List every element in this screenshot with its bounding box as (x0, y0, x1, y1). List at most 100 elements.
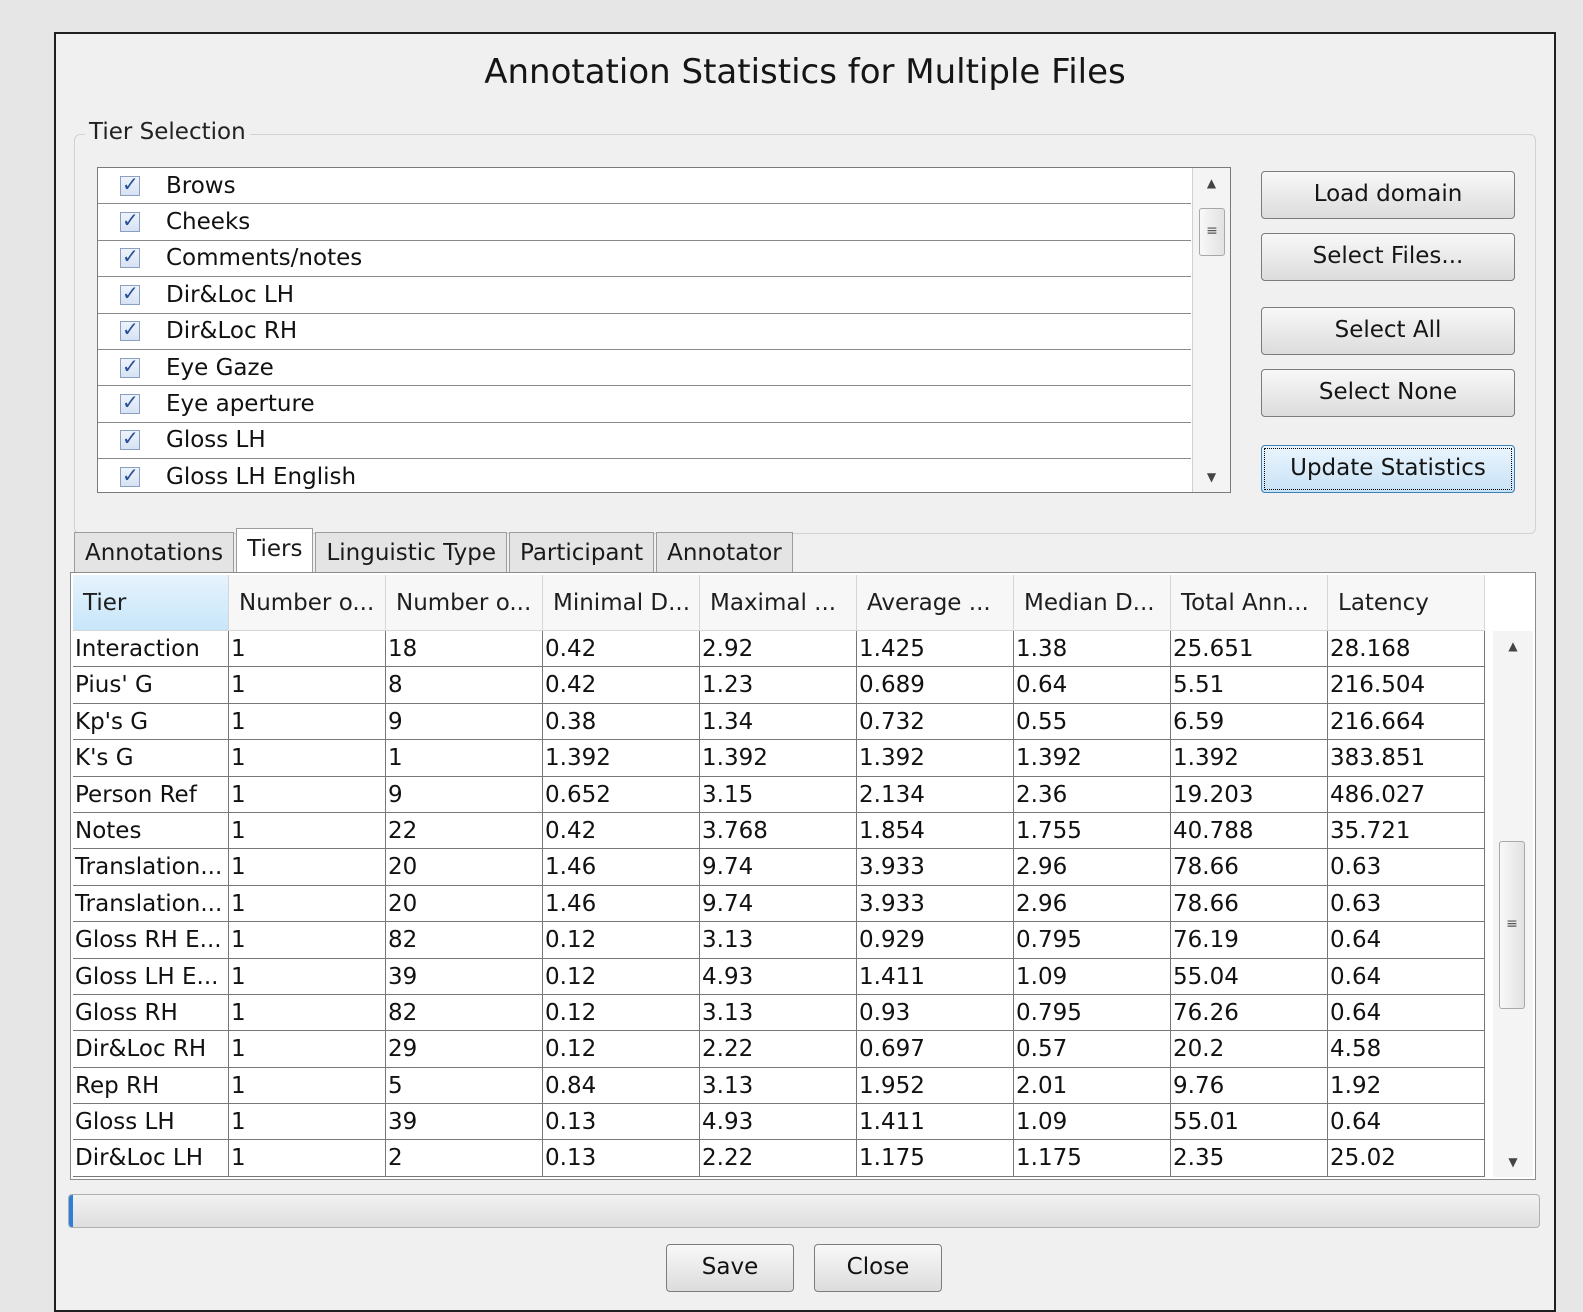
table-cell: 1.92 (1328, 1067, 1485, 1105)
tier-selection-label: Tier Selection (85, 119, 250, 145)
table-row[interactable]: Gloss RH E... 1 82 0.12 3.13 0.929 0.795 76.19 0… (73, 922, 1485, 959)
table-cell: 1 (229, 1104, 386, 1141)
table-row[interactable]: Dir&Loc RH 1 29 0.12 2.22 0.697 0.57 20.2 4.58 (73, 1031, 1485, 1068)
table-row[interactable]: Person Ref 1 9 0.652 3.15 2.134 2.36 19.203 486.… (73, 776, 1485, 813)
table-cell: 3.768 (700, 812, 857, 850)
tier-checkbox[interactable] (120, 317, 140, 342)
table-cell: 1.38 (1014, 631, 1171, 668)
table-cell: 1.23 (700, 667, 857, 704)
load-domain-button[interactable]: Load domain (1261, 171, 1515, 219)
table-cell: 216.664 (1328, 703, 1485, 741)
select-none-button[interactable]: Select None (1261, 369, 1515, 417)
tab-linguistic-type[interactable]: Linguistic Type (315, 532, 507, 572)
column-header[interactable]: Latency (1328, 575, 1485, 631)
table-cell: 1.34 (700, 703, 857, 741)
tab-participant[interactable]: Participant (508, 532, 655, 572)
tier-checkbox[interactable] (120, 172, 140, 196)
table-cell: 1.175 (857, 1140, 1014, 1177)
table-cell: 82 (386, 994, 543, 1032)
tier-list-scrollbar[interactable]: ▲ ≡ ▼ (1192, 168, 1230, 492)
table-cell: 0.55 (1014, 703, 1171, 741)
table-cell: 0.42 (543, 631, 700, 668)
table-row[interactable]: Gloss RH 1 82 0.12 3.13 0.93 0.795 76.26 0.64 (73, 994, 1485, 1032)
tier-checkbox[interactable] (120, 354, 140, 378)
tier-list-item[interactable]: Comments/notes (98, 241, 1191, 278)
table-row[interactable]: Gloss LH 1 39 0.13 4.93 1.411 1.09 55.01 0.64 (73, 1104, 1485, 1141)
table-cell: 2.22 (700, 1031, 857, 1068)
column-header[interactable]: Number o... (229, 575, 386, 631)
table-cell: 1 (229, 994, 386, 1032)
tier-list[interactable]: Brows Cheeks Comments/notes Dir&Loc LH Dir&L… (97, 167, 1231, 493)
table-cell: Dir&Loc RH (73, 1031, 229, 1068)
table-row[interactable]: Dir&Loc LH 1 2 0.13 2.22 1.175 1.175 2.35 25.02 (73, 1140, 1485, 1177)
table-cell: 1.425 (857, 631, 1014, 668)
table-cell: 1 (386, 740, 543, 777)
table-cell: 2.96 (1014, 885, 1171, 923)
scroll-up-arrow-icon[interactable]: ▲ (1193, 168, 1230, 198)
column-header[interactable]: Tier (73, 575, 229, 631)
table-cell: 1 (229, 1031, 386, 1068)
table-row[interactable]: Interaction 1 18 0.42 2.92 1.425 1.38 25.651 28.… (73, 631, 1485, 668)
table-scroll-up-icon[interactable]: ▲ (1493, 631, 1533, 661)
table-cell: 0.84 (543, 1067, 700, 1105)
tier-label: Cheeks (166, 209, 251, 236)
table-row[interactable]: Kp's G 1 9 0.38 1.34 0.732 0.55 6.59 216.664 (73, 703, 1485, 741)
column-header[interactable]: Maximal ... (700, 575, 857, 631)
table-cell: 9.74 (700, 849, 857, 886)
tab-annotations[interactable]: Annotations (74, 532, 235, 572)
scroll-thumb[interactable]: ≡ (1199, 208, 1225, 256)
table-cell: 2.22 (700, 1140, 857, 1177)
tier-label: Brows (166, 172, 236, 199)
table-cell: 78.66 (1171, 849, 1328, 886)
tier-checkbox[interactable] (120, 208, 140, 233)
tab-tiers[interactable]: Tiers (236, 528, 314, 572)
tier-checkbox[interactable] (120, 390, 140, 415)
table-cell: 1.46 (543, 849, 700, 886)
table-cell: 0.652 (543, 776, 700, 813)
select-files-button[interactable]: Select Files... (1261, 233, 1515, 281)
update-statistics-button[interactable]: Update Statistics (1261, 445, 1515, 493)
tier-list-item[interactable]: Eye aperture (98, 386, 1191, 423)
table-scroll-down-icon[interactable]: ▼ (1493, 1147, 1533, 1177)
tier-list-item[interactable]: Dir&Loc LH (98, 277, 1191, 314)
table-cell: Dir&Loc LH (73, 1140, 229, 1177)
table-cell: 1 (229, 922, 386, 959)
table-row[interactable]: Pius' G 1 8 0.42 1.23 0.689 0.64 5.51 216.504 (73, 667, 1485, 704)
tier-list-item[interactable]: Gloss LH English (98, 459, 1191, 492)
table-row[interactable]: Translation... 1 20 1.46 9.74 3.933 2.96 78.66 0… (73, 849, 1485, 886)
column-header[interactable]: Total Ann... (1171, 575, 1328, 631)
column-header[interactable]: Minimal D... (543, 575, 700, 631)
tier-list-item[interactable]: Dir&Loc RH (98, 314, 1191, 350)
table-row[interactable]: K's G 1 1 1.392 1.392 1.392 1.392 1.392 383.851 (73, 740, 1485, 777)
tab-annotator[interactable]: Annotator (656, 532, 793, 572)
column-header[interactable]: Median D... (1014, 575, 1171, 631)
table-scrollbar[interactable]: ▲ ≡ ▼ (1493, 631, 1533, 1177)
tier-list-item[interactable]: Gloss LH (98, 423, 1191, 460)
tier-checkbox[interactable] (120, 281, 140, 305)
table-cell: 3.15 (700, 776, 857, 813)
table-scroll-thumb[interactable]: ≡ (1499, 841, 1525, 1009)
table-cell: K's G (73, 740, 229, 777)
table-row[interactable]: Notes 1 22 0.42 3.768 1.854 1.755 40.788 35.721 (73, 812, 1485, 850)
table-cell: 1 (229, 849, 386, 886)
tier-list-item[interactable]: Brows (98, 168, 1191, 205)
tier-checkbox[interactable] (120, 463, 140, 487)
table-row[interactable]: Gloss LH E... 1 39 0.12 4.93 1.411 1.09 55.04 0.… (73, 958, 1485, 995)
table-cell: 3.13 (700, 1067, 857, 1105)
select-all-button[interactable]: Select All (1261, 307, 1515, 355)
scroll-down-arrow-icon[interactable]: ▼ (1193, 462, 1230, 492)
column-header[interactable]: Number o... (386, 575, 543, 631)
table-row[interactable]: Rep RH 1 5 0.84 3.13 1.952 2.01 9.76 1.92 (73, 1067, 1485, 1105)
table-cell: 4.93 (700, 1104, 857, 1141)
table-cell: 1.46 (543, 885, 700, 923)
table-cell: 1.09 (1014, 1104, 1171, 1141)
tier-list-item[interactable]: Cheeks (98, 204, 1191, 241)
tier-list-item[interactable]: Eye Gaze (98, 350, 1191, 387)
tier-selection-group: Tier Selection Brows Cheeks Comments/notes… (74, 119, 1536, 534)
table-cell: Gloss LH (73, 1104, 229, 1141)
column-header[interactable]: Average ... (857, 575, 1014, 631)
tier-checkbox[interactable] (120, 426, 140, 451)
tier-checkbox[interactable] (120, 244, 140, 269)
table-row[interactable]: Translation... 1 20 1.46 9.74 3.933 2.96 78.66 0… (73, 885, 1485, 923)
table-cell: 0.13 (543, 1140, 700, 1177)
